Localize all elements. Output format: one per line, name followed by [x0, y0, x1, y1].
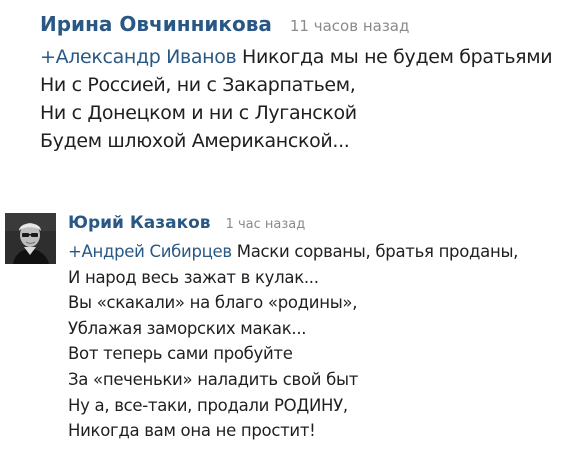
comment-line: Вот теперь сами пробуйте [68, 344, 293, 364]
comment-text: +Александр Иванов Никогда мы не будем бр… [40, 43, 553, 155]
comment-line: Ни с Донецком и ни с Луганской [40, 102, 357, 124]
comment-line: +Андрей Сибирцев Маски сорваны, братья п… [68, 239, 518, 265]
comment-text: +Андрей Сибирцев Маски сорваны, братья п… [68, 239, 518, 444]
comment-line-text: Маски сорваны, братья проданы, [231, 242, 519, 261]
author-name-link[interactable]: Ирина Овчинникова [40, 12, 272, 36]
comment-line: И народ весь зажат в кулак... [68, 267, 319, 287]
user-avatar[interactable] [5, 213, 56, 264]
author-name-link[interactable]: Юрий Казаков [68, 213, 211, 233]
comment-line: Ну а, все-таки, продали РОДИНУ, [68, 395, 348, 415]
user-avatar-photo-icon [5, 213, 56, 264]
comment-line-text: Никогда мы не будем братьями [236, 46, 553, 68]
timestamp-link[interactable]: 1 час назад [226, 217, 306, 232]
comment-line: Вы «скакали» на благо «родины», [68, 293, 358, 313]
comment-line: Будем шлюхой Американской... [40, 130, 350, 152]
comment-line: За «печеньки» наладить свой быт [68, 369, 359, 389]
comment-line: +Александр Иванов Никогда мы не будем бр… [40, 43, 553, 71]
comment-header: Юрий Казаков 1 час назад [68, 213, 305, 233]
reply-to-link[interactable]: +Александр Иванов [40, 46, 237, 68]
comment-line: Никогда вам она не простит! [68, 421, 316, 441]
timestamp-link[interactable]: 11 часов назад [290, 17, 409, 35]
reply-to-link[interactable]: +Андрей Сибирцев [68, 242, 232, 261]
comment-line: Ублажая заморских макак... [68, 318, 307, 338]
comment-line: Ни с Россией, ни с Закарпатьем, [40, 74, 356, 96]
comment-header: Ирина Овчинникова 11 часов назад [40, 12, 409, 36]
